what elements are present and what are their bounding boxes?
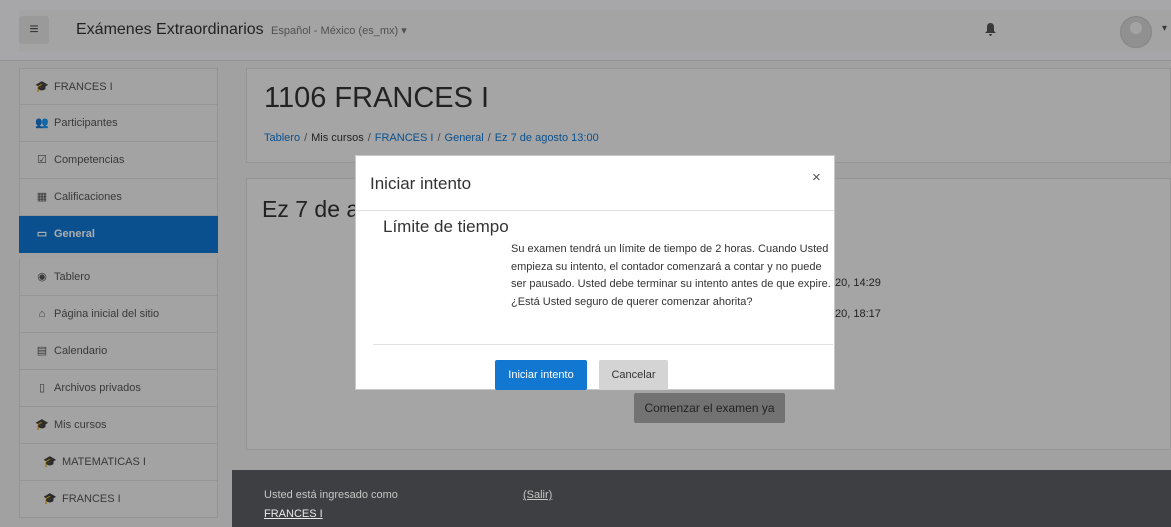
logged-in-user-link[interactable]: FRANCES I: [264, 508, 323, 520]
close-icon[interactable]: ×: [812, 169, 821, 186]
logged-in-label: Usted está ingresado como: [264, 489, 398, 501]
start-attempt-modal: Iniciar intento × Límite de tiempo Su ex…: [355, 155, 835, 390]
modal-body-text: Su examen tendrá un límite de tiempo de …: [511, 243, 831, 308]
modal-divider: [373, 344, 833, 345]
cancel-button[interactable]: Cancelar: [599, 360, 668, 390]
footer: Usted está ingresado como FRANCES I (Sal…: [232, 470, 1171, 527]
start-attempt-button[interactable]: Iniciar intento: [495, 360, 587, 390]
modal-subtitle: Límite de tiempo: [383, 217, 509, 236]
modal-divider: [356, 210, 834, 211]
modal-title: Iniciar intento: [370, 174, 472, 193]
logout-link[interactable]: (Salir): [523, 489, 552, 501]
